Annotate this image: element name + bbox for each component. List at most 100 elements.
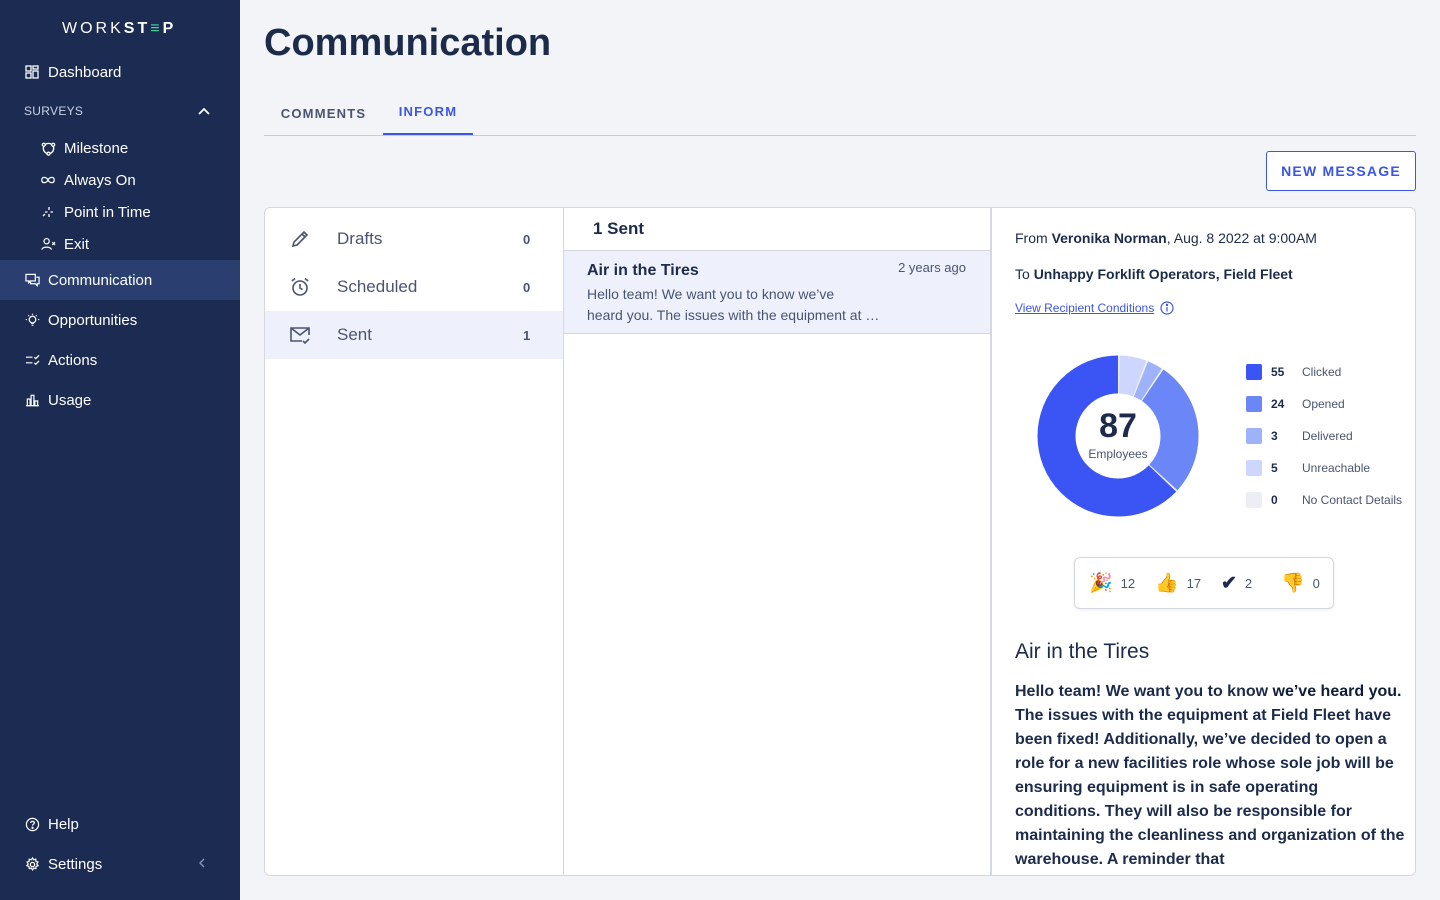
sidebar-item-always-on[interactable]: Always On: [0, 164, 240, 196]
logo-text-e: ≡: [150, 20, 163, 37]
message-preview-line: Hello team! We want you to know we’ve: [587, 286, 835, 302]
lightbulb-icon: [24, 312, 40, 328]
chat-icon: [24, 272, 40, 288]
to-line: To Unhappy Forklift Operators, Field Fle…: [1015, 266, 1293, 282]
sidebar-item-label: Always On: [64, 171, 136, 189]
sidebar-item-label: Exit: [64, 235, 90, 253]
message-timestamp: 2 years ago: [898, 260, 966, 275]
dashboard-icon: [24, 64, 40, 80]
folder-count: 1: [523, 327, 531, 343]
infinity-icon: [40, 172, 56, 188]
to-prefix: To: [1015, 266, 1034, 282]
reaction-thumbs-up[interactable]: 👍 17: [1155, 558, 1201, 608]
sidebar-item-help[interactable]: Help: [0, 804, 240, 844]
inform-panel: Drafts 0 Scheduled 0 Sent 1 1 Sent Air i…: [264, 207, 1416, 876]
logo-text-st: ST: [123, 20, 151, 37]
folder-sent[interactable]: Sent 1: [265, 311, 563, 359]
workstep-logo[interactable]: WORKST≡P: [62, 20, 176, 38]
tab-comments[interactable]: COMMENTS: [264, 90, 383, 136]
sender-name: Veronika Norman: [1051, 230, 1167, 246]
party-popper-icon: 🎉: [1089, 573, 1113, 594]
reaction-count: 17: [1186, 575, 1202, 591]
message-detail-title: Air in the Tires: [1015, 640, 1150, 663]
folder-drafts[interactable]: Drafts 0: [265, 215, 563, 263]
sidebar-item-label: Communication: [48, 271, 153, 289]
reaction-count: 12: [1120, 575, 1136, 591]
legend-label: No Contact Details: [1302, 493, 1403, 507]
total-employees-count: 87: [1099, 407, 1137, 445]
sidebar-item-actions[interactable]: Actions: [0, 340, 240, 380]
help-icon: [24, 816, 40, 832]
reaction-check[interactable]: ✔ 2: [1221, 558, 1252, 608]
legend-row-unreachable: 5 Unreachable: [1246, 459, 1370, 477]
sidebar-item-label: Milestone: [64, 139, 129, 157]
legend-swatch: [1246, 364, 1262, 380]
tab-inform[interactable]: INFORM: [383, 90, 473, 135]
reaction-count: 2: [1244, 575, 1253, 591]
reaction-thumbs-down[interactable]: 👎 0: [1281, 558, 1320, 608]
pencil-icon: [291, 230, 309, 248]
message-body: Hello team! We want you to know we’ve he…: [1015, 680, 1405, 872]
sidebar-item-opportunities[interactable]: Opportunities: [0, 300, 240, 340]
legend-label: Delivered: [1302, 429, 1353, 443]
folder-label: Sent: [337, 325, 372, 344]
from-line: From Veronika Norman, Aug. 8 2022 at 9:0…: [1015, 230, 1317, 246]
mail-check-icon: [290, 327, 310, 345]
legend-swatch: [1246, 492, 1262, 508]
checklist-icon: [24, 352, 40, 368]
legend-label: Unreachable: [1302, 461, 1371, 475]
reaction-party[interactable]: 🎉 12: [1089, 558, 1135, 608]
legend-value: 24: [1271, 397, 1285, 411]
chevron-left-icon[interactable]: [196, 856, 208, 870]
body-text: The issues with the equipment at Field F…: [1015, 707, 1405, 868]
recipients: Unhappy Forklift Operators, Field Fleet: [1033, 266, 1293, 282]
surveys-section-label: SURVEYS: [24, 104, 84, 118]
legend-value: 0: [1271, 493, 1278, 507]
gear-icon: [24, 856, 40, 872]
legend-value: 3: [1271, 429, 1278, 443]
new-message-button[interactable]: NEW MESSAGE: [1266, 151, 1416, 191]
thumbs-down-icon: 👎: [1281, 573, 1305, 594]
sidebar: WORKST≡P Dashboard SURVEYS Milestone Alw…: [0, 0, 240, 900]
legend-row-delivered: 3 Delivered: [1246, 427, 1353, 445]
chevron-up-icon[interactable]: [196, 104, 212, 120]
folder-scheduled[interactable]: Scheduled 0: [265, 263, 563, 311]
check-mark-icon: ✔: [1221, 572, 1237, 594]
message-list-item[interactable]: Air in the Tires 2 years ago Hello team!…: [564, 251, 990, 334]
sidebar-item-label: Opportunities: [48, 311, 138, 329]
body-text: Hello team! We want you to know: [1015, 683, 1273, 700]
legend-value: 5: [1271, 461, 1278, 475]
milestone-icon: [40, 140, 56, 156]
folder-list: Drafts 0 Scheduled 0 Sent 1: [265, 208, 564, 875]
sidebar-item-exit[interactable]: Exit: [0, 228, 240, 260]
sparkle-icon: [40, 204, 56, 220]
sidebar-item-point-in-time[interactable]: Point in Time: [0, 196, 240, 228]
legend-label: Clicked: [1302, 365, 1342, 379]
sidebar-item-label: Usage: [48, 391, 92, 409]
logo-text-p: P: [162, 20, 177, 37]
sidebar-item-milestone[interactable]: Milestone: [0, 132, 240, 164]
legend-swatch: [1246, 396, 1262, 412]
legend-swatch: [1246, 460, 1262, 476]
reactions-bar: 🎉 12 👍 17 ✔ 2 👎 0: [1074, 557, 1334, 609]
message-list-header: 1 Sent: [564, 208, 990, 251]
message-list: 1 Sent Air in the Tires 2 years ago Hell…: [564, 208, 991, 875]
folder-count: 0: [523, 279, 531, 295]
sidebar-item-dashboard[interactable]: Dashboard: [0, 52, 240, 92]
from-prefix: From: [1015, 230, 1052, 246]
legend-row-clicked: 55 Clicked: [1246, 363, 1341, 381]
bar-chart-icon: [24, 392, 40, 408]
thumbs-up-icon: 👍: [1155, 573, 1179, 594]
sidebar-item-label: Settings: [48, 855, 103, 873]
message-detail: From Veronika Norman, Aug. 8 2022 at 9:0…: [991, 208, 1415, 875]
user-x-icon: [40, 236, 56, 252]
view-recipient-conditions-link[interactable]: View Recipient Conditions: [1015, 301, 1174, 315]
message-preview-line: heard you. The issues with the equipment…: [587, 307, 882, 323]
logo-text-work: WORK: [62, 20, 124, 37]
page-title: Communication: [264, 22, 552, 64]
sidebar-item-communication[interactable]: Communication: [0, 260, 240, 300]
sidebar-item-usage[interactable]: Usage: [0, 380, 240, 420]
total-employees-label: Employees: [1088, 447, 1148, 461]
tab-bar: COMMENTS INFORM: [264, 90, 1416, 136]
legend-row-no-contact-details: 0 No Contact Details: [1246, 491, 1402, 509]
